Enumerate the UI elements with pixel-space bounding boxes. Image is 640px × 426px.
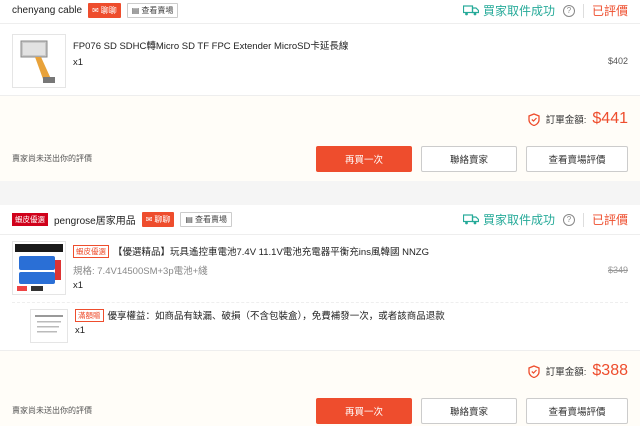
- chat-button[interactable]: ✉ 聊聊: [141, 212, 175, 227]
- view-shop-ratings-button[interactable]: 查看賣場評價: [526, 146, 628, 172]
- store-icon: ▤: [185, 215, 193, 224]
- order-status: 買家取件成功 ? 已評價: [462, 2, 628, 19]
- divider: [582, 212, 584, 227]
- product-title-row[interactable]: 蝦皮優選 【優選精品】玩具遙控車電池7.4V 11.1V電池充電器平衡充ins風…: [73, 244, 429, 258]
- review-note: 賣家尚未送出你的評價: [12, 406, 92, 415]
- product-name[interactable]: FP076 SD SDHC轉Micro SD TF FPC Extender M…: [73, 38, 348, 52]
- product-name: 【優選精品】玩具遙控車電池7.4V 11.1V電池充電器平衡充ins風韓國 NN…: [113, 247, 430, 258]
- status-text[interactable]: 買家取件成功: [462, 211, 555, 228]
- shop-header: chenyang cable ✉ 聊聊 ▤ 查看賣場: [12, 3, 179, 18]
- divider: [0, 95, 640, 96]
- chat-button[interactable]: ✉ 聊聊: [88, 3, 121, 18]
- review-note: 賣家尚未送出你的評價: [12, 154, 92, 163]
- divider: [582, 3, 584, 18]
- order-card: 蝦皮優選 pengrose居家用品 ✉ 聊聊 ▤ 查看賣場 買家取件成功 ? 已…: [0, 205, 640, 426]
- help-icon[interactable]: ?: [562, 4, 575, 17]
- total-amount: $388: [592, 362, 628, 379]
- buy-again-button[interactable]: 再買一次: [316, 146, 412, 172]
- order-total: 訂單金額: $388: [528, 362, 628, 380]
- view-shop-button[interactable]: ▤ 查看賣場: [180, 212, 232, 227]
- total-label: 訂單金額:: [545, 115, 587, 126]
- gift-qty: x1: [75, 325, 86, 336]
- product-price: $402: [607, 56, 628, 66]
- preferred-badge: 蝦皮優選: [73, 244, 109, 258]
- gift-name: 優享權益：如商品有缺漏、破損（不含包裝盒），免費補發一次，或者該商品退款: [107, 311, 445, 322]
- truck-icon: [462, 5, 479, 16]
- view-shop-ratings-button[interactable]: 查看賣場評價: [526, 398, 628, 424]
- gift-thumbnail[interactable]: [30, 309, 68, 343]
- order-status: 買家取件成功 ? 已評價: [462, 211, 628, 228]
- order-card: chenyang cable ✉ 聊聊 ▤ 查看賣場 買家取件成功 ? 已評價 …: [0, 0, 640, 181]
- divider: [12, 302, 628, 303]
- shop-header: 蝦皮優選 pengrose居家用品 ✉ 聊聊 ▤ 查看賣場: [12, 212, 232, 227]
- contact-seller-button[interactable]: 聯絡賣家: [421, 146, 517, 172]
- shield-icon: [528, 112, 540, 126]
- rated-status: 已評價: [591, 4, 628, 18]
- product-price-original: $349: [607, 265, 628, 275]
- store-icon: ▤: [131, 6, 140, 15]
- shield-icon: [528, 364, 540, 378]
- view-shop-button[interactable]: ▤ 查看賣場: [126, 3, 179, 18]
- contact-seller-button[interactable]: 聯絡賣家: [421, 398, 517, 424]
- buy-again-button[interactable]: 再買一次: [316, 398, 412, 424]
- order-total: 訂單金額: $441: [528, 110, 628, 128]
- rated-status: 已評價: [591, 213, 628, 227]
- divider: [0, 23, 640, 24]
- total-label: 訂單金額:: [545, 367, 587, 378]
- shop-name[interactable]: pengrose居家用品: [54, 212, 136, 227]
- gift-title-row[interactable]: 滿額贈 優享權益：如商品有缺漏、破損（不含包裝盒），免費補發一次，或者該商品退款: [75, 308, 445, 322]
- shop-name[interactable]: chenyang cable: [12, 5, 82, 16]
- chat-icon: ✉: [145, 215, 153, 224]
- product-qty: x1: [73, 57, 84, 68]
- status-text[interactable]: 買家取件成功: [462, 2, 555, 19]
- truck-icon: [462, 214, 479, 225]
- help-icon[interactable]: ?: [562, 213, 575, 226]
- product-thumbnail[interactable]: [12, 241, 66, 295]
- divider: [0, 350, 640, 351]
- product-thumbnail[interactable]: [12, 34, 66, 88]
- mall-badge: 蝦皮優選: [12, 213, 48, 226]
- chat-icon: ✉: [92, 6, 99, 15]
- total-amount: $441: [592, 110, 628, 127]
- product-variation: 規格: 7.4V14500SM+3p電池+綫: [73, 266, 208, 277]
- divider: [0, 234, 640, 235]
- gift-badge: 滿額贈: [75, 308, 104, 322]
- product-qty: x1: [73, 280, 84, 291]
